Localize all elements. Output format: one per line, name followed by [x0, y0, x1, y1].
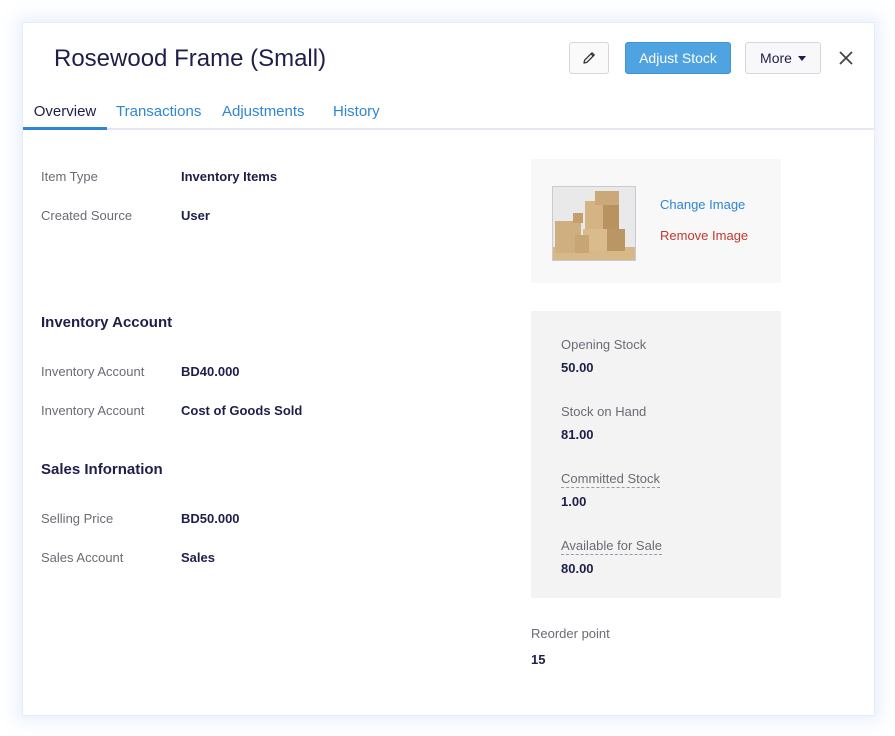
close-icon — [839, 51, 853, 65]
opening-stock-value: 50.00 — [561, 360, 594, 375]
sales-information-heading: Sales Infornation — [41, 461, 163, 478]
tab-adjustments[interactable]: Adjustments — [222, 103, 305, 128]
inventory-account-value-2: Cost of Goods Sold — [181, 403, 303, 418]
reorder-point-value: 15 — [531, 652, 546, 667]
stock-on-hand-label: Stock on Hand — [561, 404, 647, 419]
close-button[interactable] — [833, 42, 859, 74]
tab-history[interactable]: History — [333, 103, 380, 128]
opening-stock-label: Opening Stock — [561, 337, 647, 352]
image-panel: Change Image Remove Image — [531, 159, 781, 283]
item-type-label: Item Type — [41, 169, 98, 184]
stock-summary-panel: Opening Stock 50.00 Stock on Hand 81.00 … — [531, 311, 781, 598]
created-source-value: User — [181, 208, 210, 223]
pencil-icon — [583, 52, 595, 64]
committed-stock-label[interactable]: Committed Stock — [561, 471, 660, 488]
item-detail-panel: Rosewood Frame (Small) Adjust Stock More… — [22, 22, 875, 716]
more-button[interactable]: More — [745, 42, 821, 74]
boxes-image-icon — [553, 187, 635, 260]
inventory-account-heading: Inventory Account — [41, 314, 173, 331]
tab-overview[interactable]: Overview — [23, 103, 107, 130]
caret-down-icon — [797, 55, 806, 61]
selling-price-label: Selling Price — [41, 511, 114, 526]
inventory-account-label: Inventory Account — [41, 364, 145, 379]
available-for-sale-label[interactable]: Available for Sale — [561, 538, 662, 555]
adjust-stock-button[interactable]: Adjust Stock — [625, 42, 731, 74]
available-for-sale-value: 80.00 — [561, 561, 594, 576]
selling-price-value: BD50.000 — [181, 511, 240, 526]
sales-account-label: Sales Account — [41, 550, 124, 565]
tab-bar: Overview Transactions Adjustments Histor… — [23, 103, 874, 130]
inventory-account-label-2: Inventory Account — [41, 403, 145, 418]
more-label: More — [760, 50, 792, 66]
reorder-point-label: Reorder point — [531, 626, 610, 641]
edit-button[interactable] — [569, 42, 609, 74]
sales-account-value: Sales — [181, 550, 215, 565]
remove-image-link[interactable]: Remove Image — [660, 228, 748, 243]
tab-transactions[interactable]: Transactions — [116, 103, 201, 128]
committed-stock-value: 1.00 — [561, 494, 587, 509]
inventory-account-value: BD40.000 — [181, 364, 240, 379]
stock-on-hand-value: 81.00 — [561, 427, 594, 442]
page-title: Rosewood Frame (Small) — [54, 45, 327, 72]
item-type-value: Inventory Items — [181, 169, 278, 184]
created-source-label: Created Source — [41, 208, 133, 223]
item-image — [552, 186, 636, 261]
change-image-link[interactable]: Change Image — [660, 197, 745, 212]
